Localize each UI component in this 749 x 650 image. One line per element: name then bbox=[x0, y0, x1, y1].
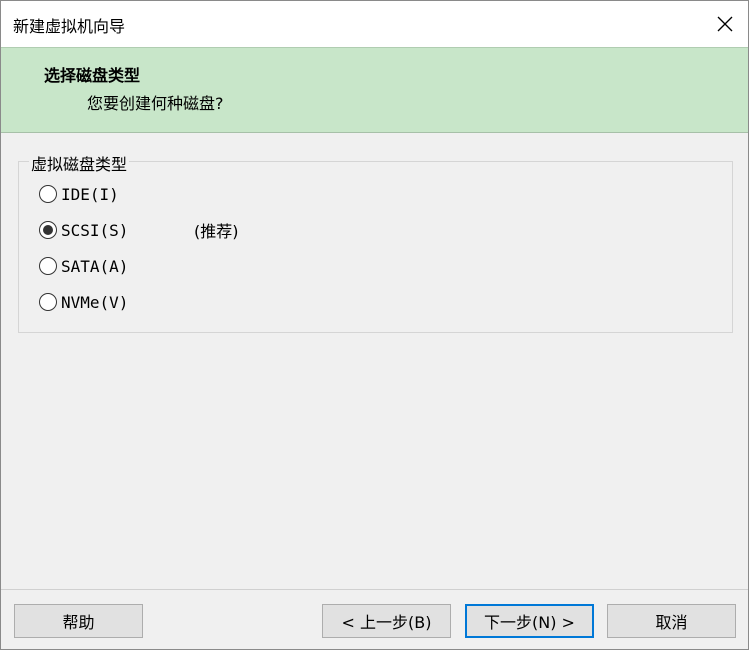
window-title: 新建虚拟机向导 bbox=[13, 17, 126, 36]
radio-selected-dot bbox=[43, 225, 53, 235]
group-legend: 虚拟磁盘类型 bbox=[29, 151, 130, 175]
close-icon bbox=[717, 16, 733, 32]
header-band: 选择磁盘类型 您要创建何种磁盘? bbox=[1, 47, 748, 133]
wizard-window: 新建虚拟机向导 选择磁盘类型 您要创建何种磁盘? 虚拟磁盘类型 IDE(I) S… bbox=[0, 0, 749, 650]
page-subtitle: 您要创建何种磁盘? bbox=[87, 94, 224, 113]
page-title: 选择磁盘类型 bbox=[44, 66, 141, 85]
close-button[interactable] bbox=[702, 1, 748, 47]
radio-option-nvme[interactable]: NVMe(V) bbox=[39, 290, 128, 314]
footer-divider bbox=[1, 589, 748, 590]
cancel-button[interactable]: 取消 bbox=[607, 604, 736, 638]
radio-label-scsi: SCSI(S) bbox=[61, 220, 129, 240]
radio-option-ide[interactable]: IDE(I) bbox=[39, 182, 119, 206]
back-button[interactable]: < 上一步(B) bbox=[322, 604, 451, 638]
radio-option-scsi[interactable]: SCSI(S) (推荐) bbox=[39, 218, 339, 242]
radio-button-nvme[interactable] bbox=[39, 293, 57, 311]
radio-button-sata[interactable] bbox=[39, 257, 57, 275]
recommended-note: (推荐) bbox=[194, 222, 239, 241]
radio-label-nvme: NVMe(V) bbox=[61, 292, 129, 312]
help-button[interactable]: 帮助 bbox=[14, 604, 143, 638]
radio-label-sata: SATA(A) bbox=[61, 256, 129, 276]
radio-label-ide: IDE(I) bbox=[61, 184, 119, 204]
title-bar: 新建虚拟机向导 bbox=[1, 1, 748, 47]
radio-button-ide[interactable] bbox=[39, 185, 57, 203]
next-button[interactable]: 下一步(N) > bbox=[465, 604, 594, 638]
radio-option-sata[interactable]: SATA(A) bbox=[39, 254, 128, 278]
radio-button-scsi[interactable] bbox=[39, 221, 57, 239]
disk-type-group: 虚拟磁盘类型 IDE(I) SCSI(S) (推荐) SATA(A) NVMe(… bbox=[18, 151, 733, 333]
